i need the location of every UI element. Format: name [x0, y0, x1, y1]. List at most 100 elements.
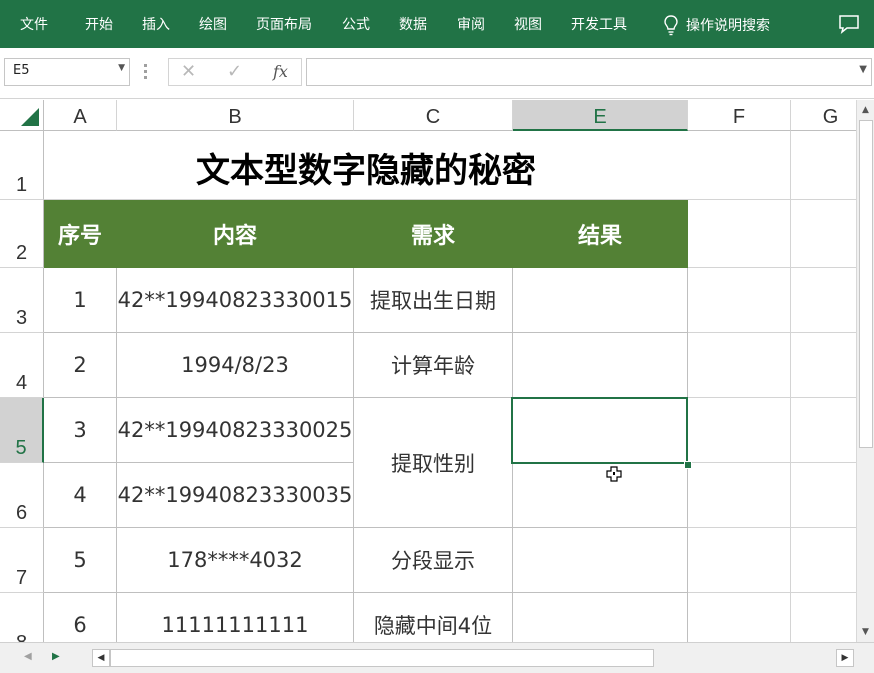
comment-icon[interactable] [838, 14, 860, 34]
chevron-down-icon[interactable]: ▼ [118, 63, 125, 73]
cancel-icon[interactable]: ✕ [181, 61, 196, 82]
grip-icon[interactable] [144, 64, 148, 80]
column-header-a[interactable]: A [44, 100, 117, 131]
row-header-8[interactable]: 8 [0, 593, 44, 642]
row-header-7[interactable]: 7 [0, 528, 44, 593]
horizontal-scroll-thumb[interactable] [110, 649, 654, 667]
column-header-c[interactable]: C [354, 100, 513, 131]
sheet-next-icon[interactable]: ▶ [52, 651, 60, 662]
cell-g5[interactable] [791, 398, 856, 463]
cell-b7[interactable]: 178****4032 [117, 528, 354, 593]
cell-f1[interactable] [688, 131, 791, 200]
tell-me-label: 操作说明搜索 [686, 18, 770, 34]
fill-handle[interactable] [684, 461, 692, 469]
row-number: 7 [15, 567, 28, 589]
row-header-6[interactable]: 6 [0, 463, 44, 528]
cell-g7[interactable] [791, 528, 856, 593]
column-header-g[interactable]: G [791, 100, 856, 131]
cell-b4[interactable]: 1994/8/23 [117, 333, 354, 398]
cell-f3[interactable] [688, 268, 791, 333]
name-box-value: E5 [13, 63, 30, 78]
cell-f5[interactable] [688, 398, 791, 463]
tab-formulas[interactable]: 公式 [342, 16, 370, 34]
cell-e3[interactable] [513, 268, 688, 333]
horizontal-scrollbar[interactable]: ◀ ▶ [90, 649, 854, 667]
tab-page-layout[interactable]: 页面布局 [256, 16, 312, 34]
scroll-up-icon[interactable]: ▲ [857, 102, 874, 118]
insert-function-icon[interactable]: fx [273, 62, 288, 81]
active-cell-border[interactable] [511, 397, 688, 464]
cell-g8[interactable] [791, 593, 856, 642]
tab-data[interactable]: 数据 [399, 16, 427, 34]
sheet-title[interactable]: 文本型数字隐藏的秘密 [44, 131, 688, 200]
cell-b3[interactable]: 42**19940823330015 [117, 268, 354, 333]
cell-e4[interactable] [513, 333, 688, 398]
scroll-down-icon[interactable]: ▼ [857, 624, 874, 640]
cell-b5[interactable]: 42**19940823330025 [117, 398, 354, 463]
cell-g6[interactable] [791, 463, 856, 528]
tell-me-search[interactable]: 操作说明搜索 [662, 13, 770, 37]
cell-a8[interactable]: 6 [44, 593, 117, 642]
cell-f7[interactable] [688, 528, 791, 593]
cell-c7[interactable]: 分段显示 [354, 528, 513, 593]
row-number: 2 [15, 242, 28, 264]
row-header-5[interactable]: 5 [0, 398, 44, 463]
select-all-button[interactable] [0, 100, 44, 131]
cell-e7[interactable] [513, 528, 688, 593]
cell-c4[interactable]: 计算年龄 [354, 333, 513, 398]
formula-bar: E5 ▼ ✕ ✓ fx ▼ [0, 48, 874, 99]
header-content[interactable]: 内容 [117, 200, 354, 268]
row-header-3[interactable]: 3 [0, 268, 44, 333]
row-header-1[interactable]: 1 [0, 131, 44, 200]
cell-a3[interactable]: 1 [44, 268, 117, 333]
cell-e6[interactable] [513, 463, 688, 528]
scroll-left-icon[interactable]: ◀ [92, 649, 110, 667]
cell-g1[interactable] [791, 131, 856, 200]
worksheet-grid: A B C E F G 1 2 3 4 5 6 7 8 文本型数字隐藏的秘密 序… [0, 100, 856, 642]
tab-view[interactable]: 视图 [514, 16, 542, 34]
cell-c3[interactable]: 提取出生日期 [354, 268, 513, 333]
cell-b6[interactable]: 42**19940823330035 [117, 463, 354, 528]
sheet-prev-icon[interactable]: ◀ [24, 651, 32, 662]
vertical-scroll-thumb[interactable] [859, 120, 873, 448]
tab-home[interactable]: 开始 [85, 16, 113, 34]
cell-b8[interactable]: 11111111111 [117, 593, 354, 642]
cell-c5-merged[interactable]: 提取性别 [354, 398, 513, 528]
cell-c8[interactable]: 隐藏中间4位 [354, 593, 513, 642]
column-header-f[interactable]: F [688, 100, 791, 131]
cell-cursor-icon [606, 466, 622, 482]
vertical-scrollbar[interactable]: ▲ ▼ [856, 100, 874, 642]
column-header-e[interactable]: E [513, 100, 688, 131]
name-box[interactable]: E5 ▼ [4, 58, 130, 86]
row-header-2[interactable]: 2 [0, 200, 44, 268]
cell-a6[interactable]: 4 [44, 463, 117, 528]
cell-f4[interactable] [688, 333, 791, 398]
header-result[interactable]: 结果 [513, 200, 688, 268]
scroll-right-icon[interactable]: ▶ [836, 649, 854, 667]
row-header-4[interactable]: 4 [0, 333, 44, 398]
tab-insert[interactable]: 插入 [142, 16, 170, 34]
cell-a5[interactable]: 3 [44, 398, 117, 463]
tab-file[interactable]: 文件 [20, 16, 48, 34]
formula-input[interactable]: ▼ [306, 58, 872, 86]
cell-f8[interactable] [688, 593, 791, 642]
cell-a4[interactable]: 2 [44, 333, 117, 398]
cell-g4[interactable] [791, 333, 856, 398]
cell-e8[interactable] [513, 593, 688, 642]
row-number: 5 [15, 437, 27, 459]
header-need[interactable]: 需求 [354, 200, 513, 268]
row-number: 6 [15, 502, 28, 524]
cell-f6[interactable] [688, 463, 791, 528]
tab-developer[interactable]: 开发工具 [571, 16, 627, 34]
column-header-b[interactable]: B [117, 100, 354, 131]
expand-formula-bar-icon[interactable]: ▼ [859, 64, 867, 75]
ribbon-tab-bar: 文件 开始 插入 绘图 页面布局 公式 数据 审阅 视图 开发工具 操作说明搜索 [0, 0, 874, 48]
cell-g2[interactable] [791, 200, 856, 268]
cell-f2[interactable] [688, 200, 791, 268]
enter-icon[interactable]: ✓ [227, 61, 242, 82]
cell-a7[interactable]: 5 [44, 528, 117, 593]
tab-draw[interactable]: 绘图 [199, 16, 227, 34]
header-no[interactable]: 序号 [44, 200, 117, 268]
tab-review[interactable]: 审阅 [457, 16, 485, 34]
cell-g3[interactable] [791, 268, 856, 333]
